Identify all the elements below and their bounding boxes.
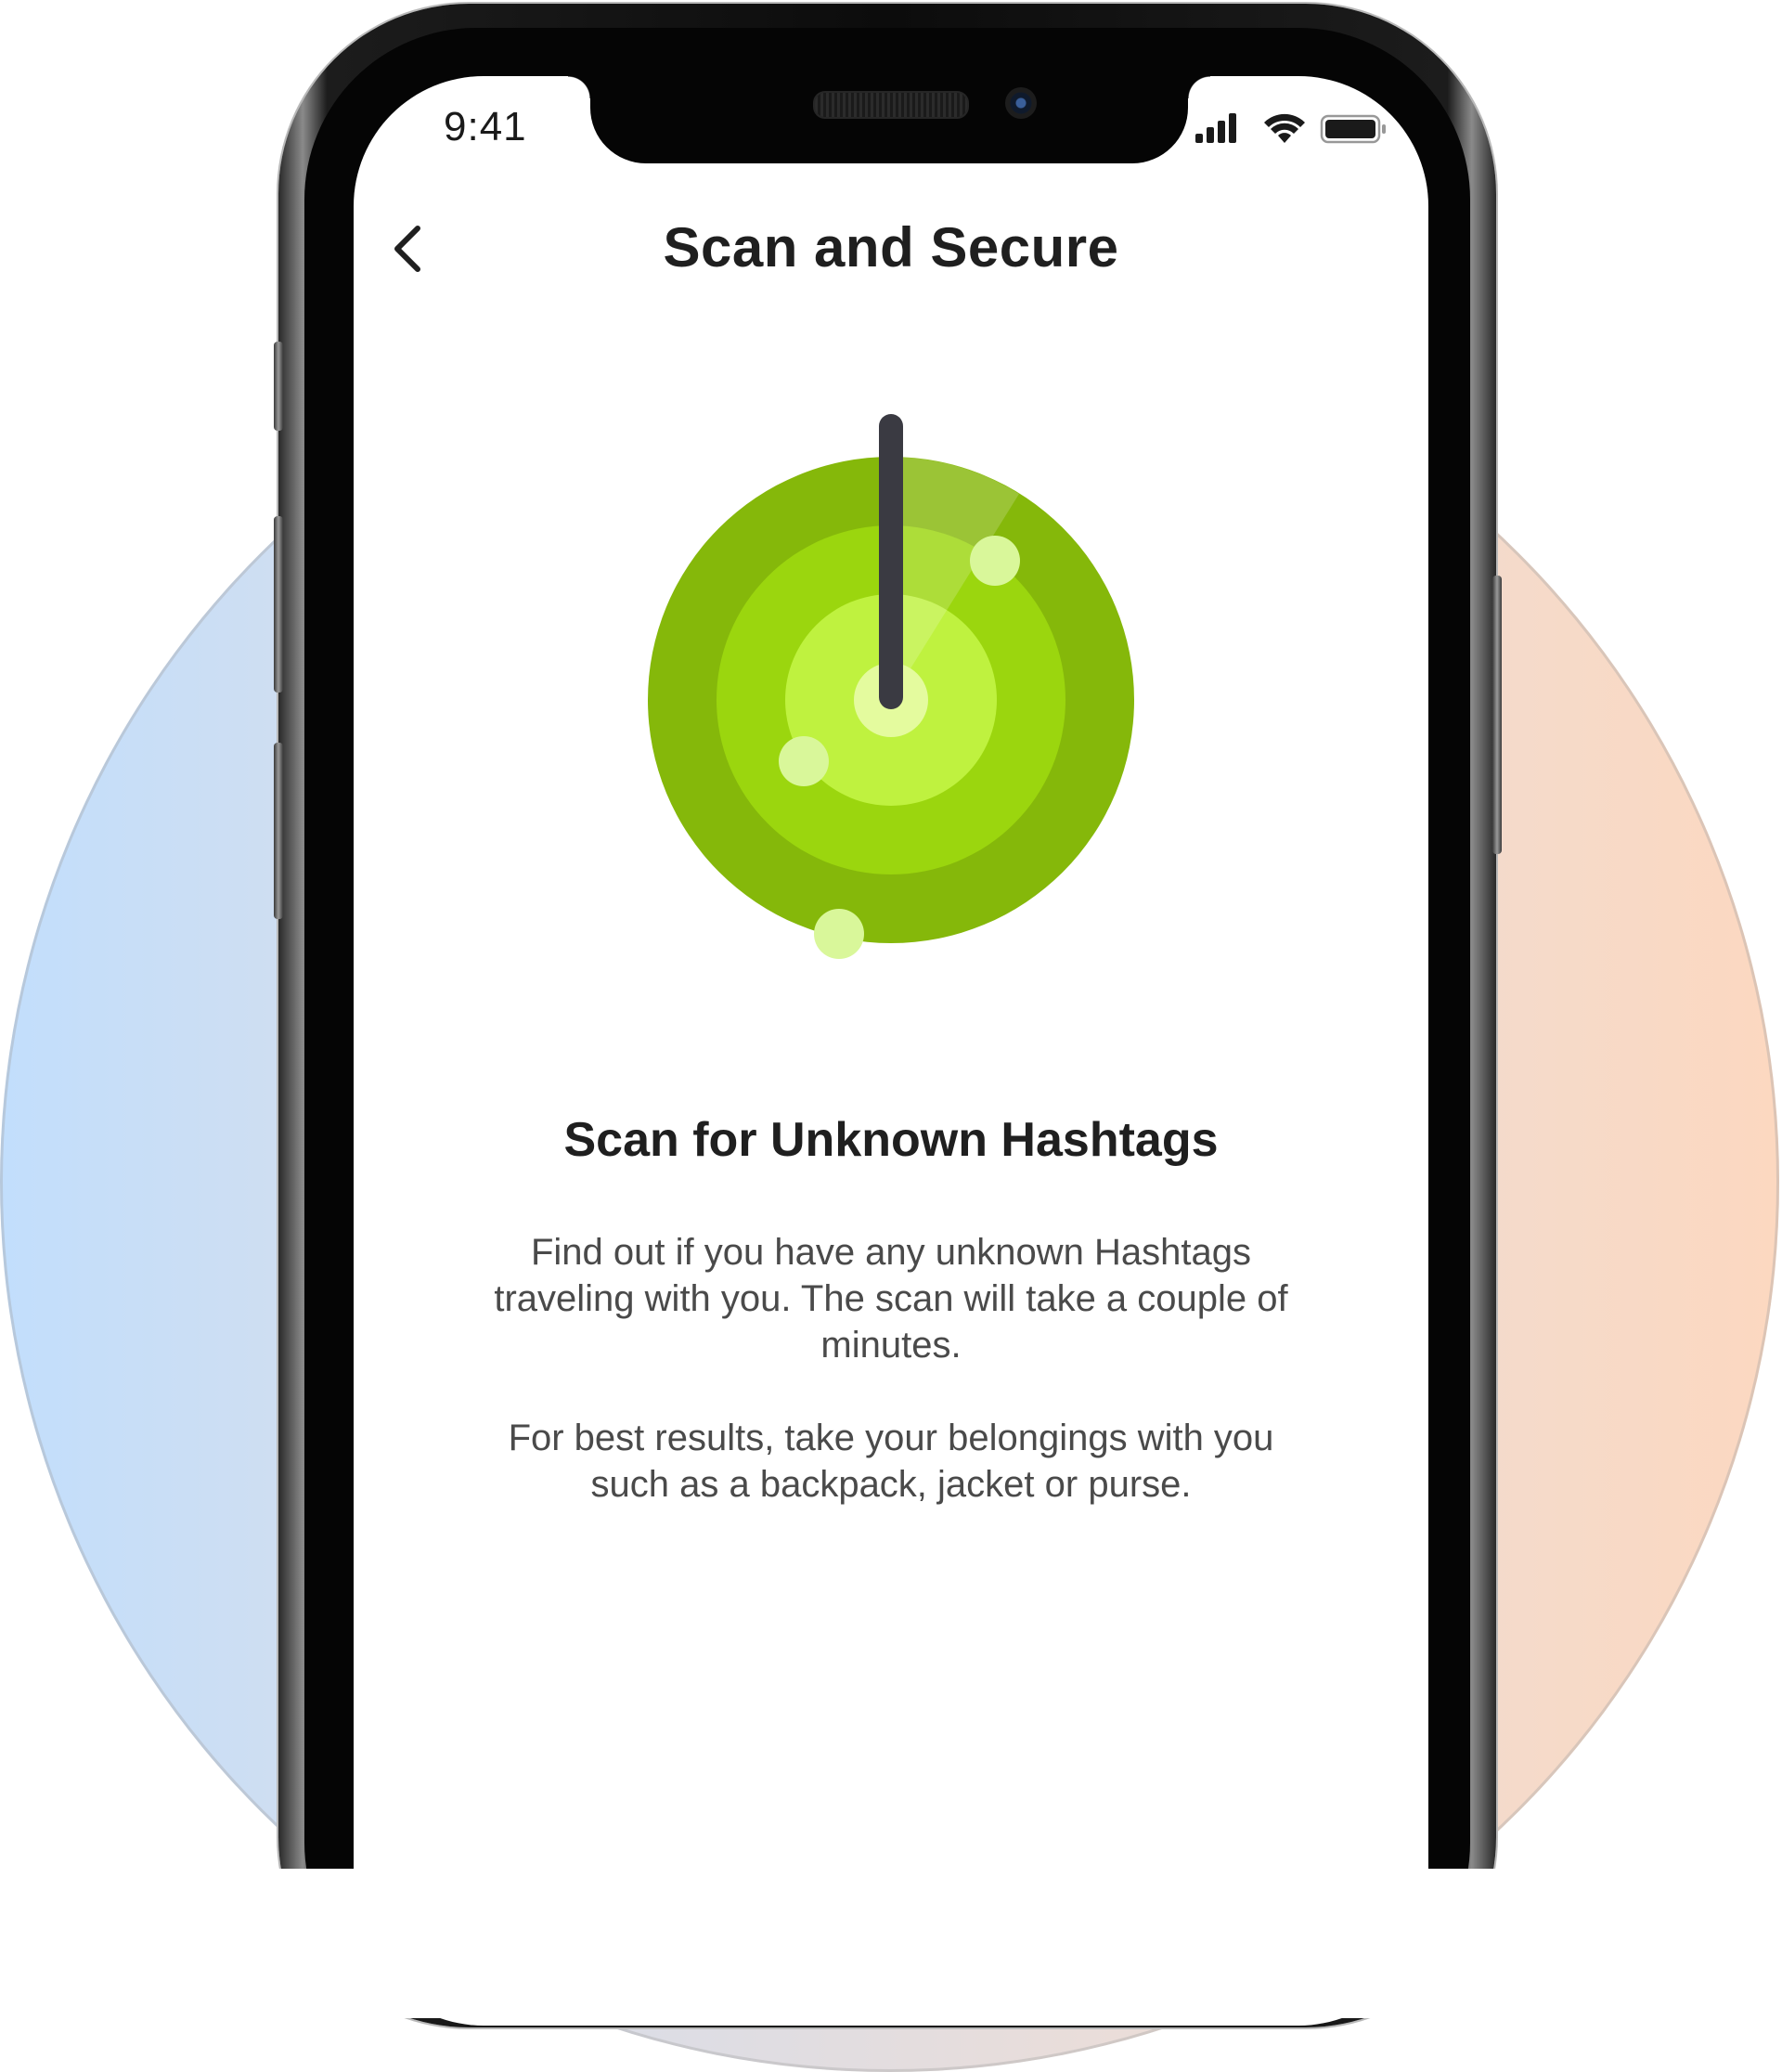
volume-down-button: [274, 743, 283, 919]
bottom-fade: [0, 1869, 1782, 2018]
volume-up-button: [274, 516, 283, 693]
app-screen: [354, 76, 1428, 2026]
tips-paragraph: For best results, take your belongings w…: [508, 1418, 1274, 1505]
radar-blip: [779, 736, 829, 786]
status-icons: [1195, 110, 1390, 147]
radar-blip: [970, 536, 1020, 586]
power-button: [1492, 576, 1502, 854]
description-paragraph: Find out if you have any unknown Hashtag…: [494, 1232, 1288, 1366]
mute-switch: [274, 342, 283, 431]
section-heading: Scan for Unknown Hashtags: [563, 1113, 1219, 1167]
page-title: Scan and Secure: [663, 216, 1119, 278]
back-button[interactable]: [382, 215, 438, 282]
status-time: 9:41: [444, 104, 527, 149]
earpiece-speaker: [813, 91, 969, 119]
phone-notch: [568, 76, 1210, 163]
battery-icon: [1320, 114, 1386, 144]
cellular-signal-icon: [1195, 113, 1236, 143]
radar-illustration: [640, 399, 1142, 965]
front-camera: [1005, 87, 1037, 119]
radar-blip: [814, 909, 864, 959]
chevron-left-icon: [394, 226, 420, 272]
wifi-icon: [1264, 113, 1305, 143]
radar-needle: [879, 414, 903, 709]
